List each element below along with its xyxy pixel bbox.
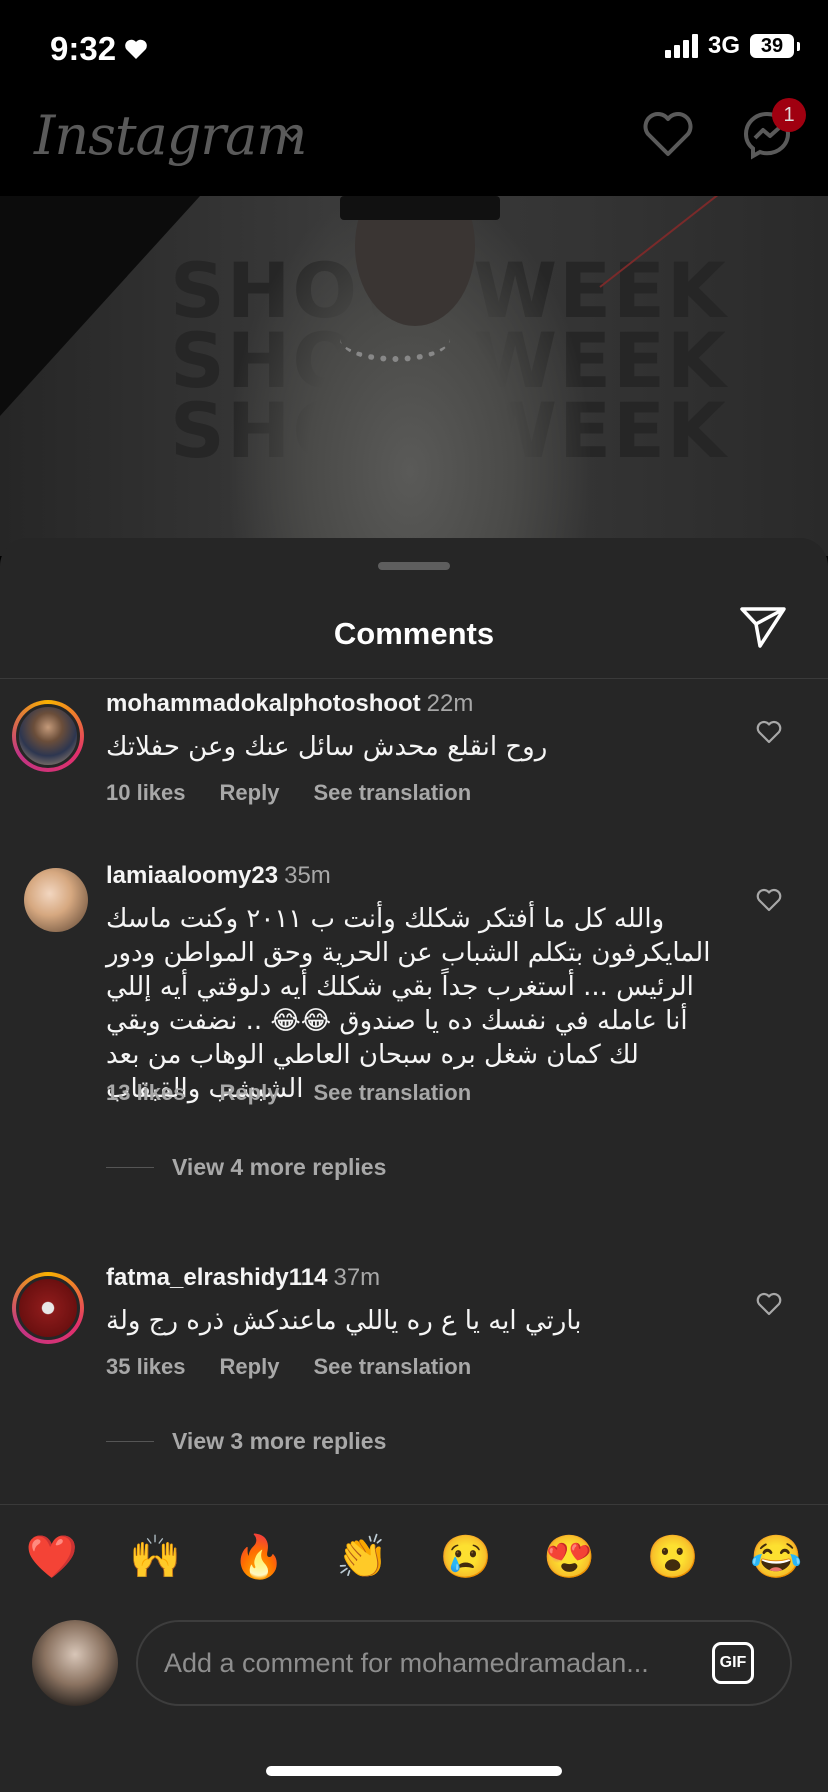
comment-text: بارتي ايه يا ع ره ياللي ماعندكش ذره رج و… [106, 1306, 582, 1336]
view-replies-label: View 3 more replies [172, 1428, 387, 1454]
comment-time: 35m [284, 862, 331, 889]
battery-level: 39 [760, 34, 784, 57]
likes-count[interactable]: 10 likes [106, 780, 186, 806]
reply-button[interactable]: Reply [220, 780, 280, 806]
notifications-heart-icon[interactable] [642, 110, 694, 163]
replies-dash [106, 1441, 154, 1442]
view-more-replies-button[interactable]: View 3 more replies [106, 1428, 386, 1455]
comment-username[interactable]: lamiaaloomy23 [106, 862, 278, 889]
share-icon[interactable] [738, 604, 788, 655]
comment-text: روح انقلع محدش سائل عنك وعن حفلاتك [106, 732, 548, 762]
avatar[interactable] [24, 868, 88, 932]
comment-text: والله كل ما أفتكر شكلك وأنت ب ٢٠١١ وكنت … [106, 904, 711, 1104]
sheet-grabber[interactable] [378, 562, 450, 570]
comment-actions: 10 likes Reply See translation [106, 780, 471, 806]
signal-icon [664, 34, 698, 58]
like-heart-icon[interactable] [756, 1292, 782, 1321]
view-replies-label: View 4 more replies [172, 1154, 387, 1180]
status-indicators: 3G 39 [664, 32, 800, 60]
see-translation-button[interactable]: See translation [313, 780, 471, 806]
comment-actions: 35 likes Reply See translation [106, 1354, 471, 1380]
status-bar: 9:32 3G 39 [0, 0, 828, 98]
sheet-title: Comments [333, 616, 495, 651]
like-heart-icon[interactable] [756, 720, 782, 749]
like-heart-icon[interactable] [756, 888, 782, 917]
emoji-crying-button[interactable]: 😢 [430, 1533, 502, 1582]
post-image: SHOW WEEKSHOW WEEKSHOW WEEK [0, 196, 828, 556]
heart-status-icon [124, 30, 148, 68]
comment-header: fatma_elrashidy114 37m [106, 1264, 380, 1292]
emoji-heart-eyes-button[interactable]: 😍 [533, 1533, 605, 1582]
view-more-replies-button[interactable]: View 4 more replies [106, 1154, 386, 1181]
status-time: 9:32 [50, 30, 148, 68]
comment-header: lamiaaloomy23 35m [106, 862, 331, 890]
see-translation-button[interactable]: See translation [313, 1354, 471, 1380]
reply-button[interactable]: Reply [220, 1080, 280, 1106]
comment-input-placeholder[interactable]: Add a comment for mohamedramadan... [164, 1648, 649, 1679]
emoji-fire-button[interactable]: 🔥 [223, 1533, 295, 1582]
reply-button[interactable]: Reply [220, 1354, 280, 1380]
sheet-divider [0, 678, 828, 679]
emoji-reaction-bar: ❤️ 🙌 🔥 👏 😢 😍 😮 😂 [0, 1504, 828, 1609]
network-type: 3G [707, 32, 740, 59]
time-label: 9:32 [50, 30, 117, 67]
likes-count[interactable]: 13 likes [106, 1080, 186, 1106]
replies-dash [106, 1167, 154, 1168]
emoji-laughing-button[interactable]: 😂 [740, 1533, 812, 1582]
emoji-heart-button[interactable]: ❤️ [16, 1533, 88, 1582]
current-user-avatar [32, 1620, 118, 1706]
avatar[interactable] [12, 700, 84, 772]
emoji-raised-hands-button[interactable]: 🙌 [119, 1533, 191, 1582]
comment-header: mohammadokalphotoshoot 22m [106, 690, 473, 718]
message-badge: 1 [772, 98, 806, 132]
comment-actions: 13 likes Reply See translation [106, 1080, 471, 1106]
likes-count[interactable]: 35 likes [106, 1354, 186, 1380]
battery-icon: 39 [750, 34, 800, 58]
instagram-logo[interactable]: Instagram [34, 104, 307, 167]
home-indicator[interactable] [266, 1766, 562, 1776]
chevron-down-icon[interactable] [280, 128, 304, 149]
post-figure-glasses [340, 196, 500, 220]
post-figure-chain [340, 316, 450, 362]
avatar[interactable] [12, 1272, 84, 1344]
gif-button[interactable]: GIF [712, 1642, 754, 1684]
comment-input[interactable]: Add a comment for mohamedramadan... GIF [136, 1620, 792, 1706]
comment-time: 37m [333, 1264, 381, 1291]
comment-time: 22m [426, 690, 474, 717]
emoji-clap-button[interactable]: 👏 [326, 1533, 398, 1582]
comment-username[interactable]: mohammadokalphotoshoot [106, 690, 421, 717]
see-translation-button[interactable]: See translation [313, 1080, 471, 1106]
emoji-surprised-button[interactable]: 😮 [637, 1533, 709, 1582]
app-header: Instagram 1 [0, 98, 828, 196]
comment-username[interactable]: fatma_elrashidy114 [106, 1264, 327, 1291]
